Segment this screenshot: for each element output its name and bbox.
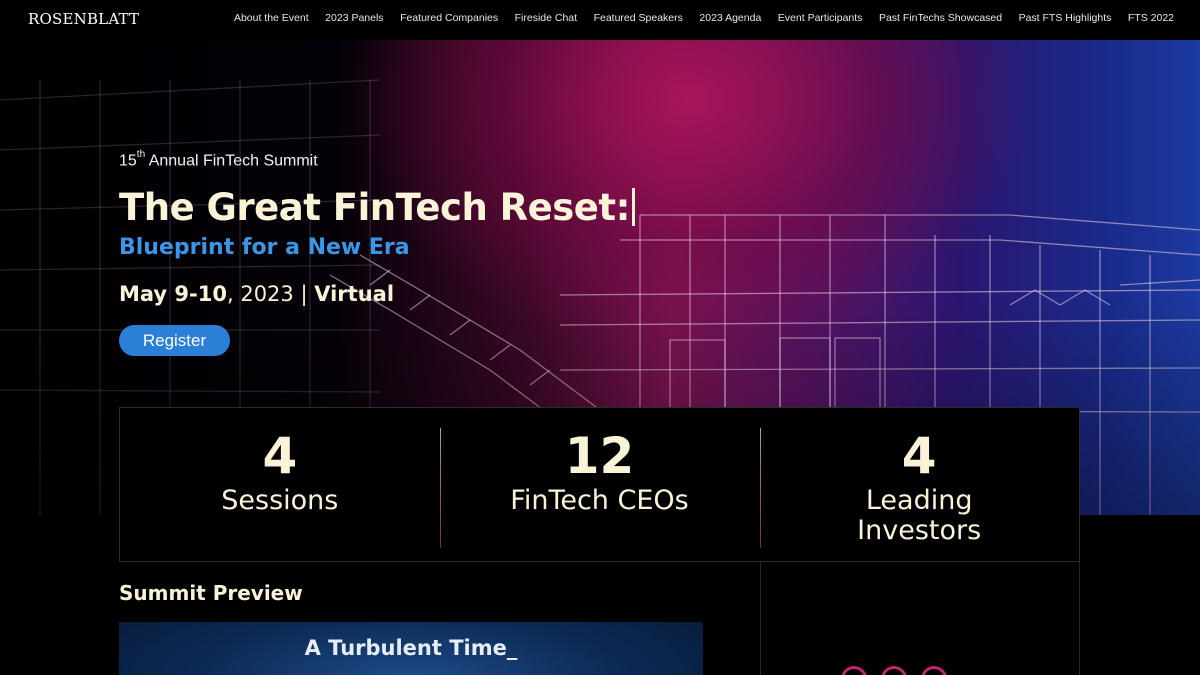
nav-past-fts-highlights[interactable]: Past FTS Highlights	[1019, 12, 1112, 24]
nav-featured-speakers[interactable]: Featured Speakers	[594, 12, 683, 24]
nav-event-participants[interactable]: Event Participants	[778, 12, 863, 24]
stat-label: FinTech CEOs	[510, 485, 689, 516]
partner-logos-row	[841, 666, 947, 675]
edition-text: Annual FinTech Summit	[145, 152, 318, 170]
nav-fireside-chat[interactable]: Fireside Chat	[515, 12, 577, 24]
video-title: A Turbulent Time_	[304, 636, 518, 660]
stat-fintech-ceos: 12 FinTech CEOs	[440, 408, 760, 561]
event-stats-panel: 4 Sessions 12 FinTech CEOs 4 Leading Inv…	[119, 407, 1080, 562]
main-nav: About the Event 2023 Panels Featured Com…	[217, 12, 1174, 24]
event-format: Virtual	[314, 282, 395, 306]
circle-icon	[921, 666, 947, 675]
nav-past-fintechs-showcased[interactable]: Past FinTechs Showcased	[879, 12, 1002, 24]
stat-number: 12	[564, 427, 635, 485]
stat-label: Leading Investors	[857, 485, 982, 546]
event-dates: May 9-10	[119, 282, 227, 306]
page-subtitle: Blueprint for a New Era	[119, 235, 410, 260]
title-text: The Great FinTech Reset:	[119, 186, 630, 229]
nav-2023-panels[interactable]: 2023 Panels	[325, 12, 383, 24]
edition-ordinal: th	[136, 149, 146, 160]
stat-number: 4	[262, 427, 298, 485]
event-date-line: May 9-10, 2023 | Virtual	[119, 282, 394, 306]
rosenblatt-logo[interactable]: ROSENBLATT	[28, 10, 139, 28]
page-title: The Great FinTech Reset:	[119, 186, 635, 229]
event-year: , 2023 |	[226, 282, 315, 306]
event-edition-label: 15th Annual FinTech Summit	[119, 149, 318, 170]
nav-2023-agenda[interactable]: 2023 Agenda	[699, 12, 761, 24]
top-nav-bar: ROSENBLATT About the Event 2023 Panels F…	[0, 0, 1200, 40]
register-button[interactable]: Register	[119, 325, 230, 356]
summit-preview-video[interactable]: A Turbulent Time_	[119, 622, 703, 675]
stat-leading-investors: 4 Leading Investors	[759, 408, 1079, 561]
stat-number: 4	[901, 427, 937, 485]
nav-about-the-event[interactable]: About the Event	[234, 12, 309, 24]
nav-fts-2022[interactable]: FTS 2022	[1128, 12, 1174, 24]
typing-cursor	[631, 188, 635, 226]
nav-featured-companies[interactable]: Featured Companies	[400, 12, 498, 24]
circle-icon	[881, 666, 907, 675]
stat-label: Sessions	[221, 485, 339, 516]
right-column-panel	[760, 562, 1080, 675]
edition-number: 15	[119, 152, 137, 170]
summit-preview-heading: Summit Preview	[119, 581, 303, 605]
circle-icon	[841, 666, 867, 675]
stat-sessions: 4 Sessions	[120, 408, 440, 561]
